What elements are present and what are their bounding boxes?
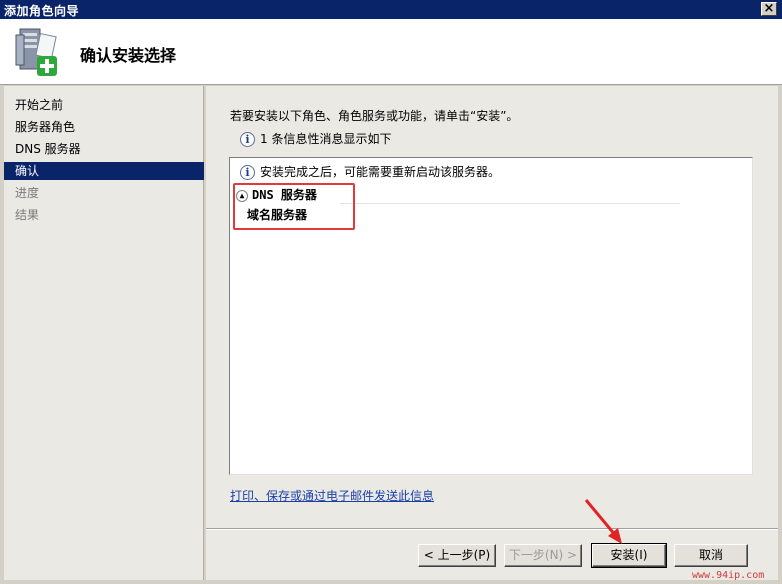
- info-icon: i: [240, 165, 255, 180]
- page-title: 确认安装选择: [80, 46, 177, 65]
- sidebar-item-dns-server[interactable]: DNS 服务器: [4, 140, 204, 158]
- section-divider: [340, 203, 680, 204]
- info-summary: i 1 条信息性消息显示如下: [240, 131, 391, 147]
- intro-text: 若要安装以下角色、角色服务或功能，请单击“安装”。: [230, 109, 519, 123]
- cancel-button[interactable]: 取消: [674, 544, 748, 567]
- info-summary-text: 1 条信息性消息显示如下: [260, 132, 392, 146]
- print-save-email-link[interactable]: 打印、保存或通过电子邮件发送此信息: [230, 487, 434, 504]
- previous-button[interactable]: < 上一步(P): [418, 544, 496, 567]
- wizard-header: 确认安装选择: [0, 19, 782, 85]
- close-icon: ×: [763, 1, 775, 16]
- restart-note-text: 安装完成之后，可能需要重新启动该服务器。: [260, 165, 501, 179]
- wizard-sidebar: 开始之前 服务器角色 DNS 服务器 确认 进度 结果: [4, 86, 204, 580]
- sidebar-item-progress: 进度: [15, 186, 40, 200]
- red-arrow-annotation: [584, 499, 622, 544]
- selection-list[interactable]: i 安装完成之后，可能需要重新启动该服务器。 ▲ DNS 服务器 域名服务器: [229, 157, 753, 475]
- watermark: www.94ip.com: [692, 570, 765, 581]
- window-titlebar[interactable]: 添加角色向导 ×: [0, 0, 782, 19]
- window-title: 添加角色向导: [4, 4, 80, 18]
- next-button: 下一步(N) >: [504, 544, 582, 567]
- info-icon: i: [240, 132, 255, 147]
- sidebar-item-before-you-begin[interactable]: 开始之前: [4, 96, 204, 114]
- server-add-icon: [15, 28, 57, 76]
- restart-note: i 安装完成之后，可能需要重新启动该服务器。: [240, 164, 500, 180]
- sidebar-item-server-roles[interactable]: 服务器角色: [4, 118, 204, 136]
- wizard-content: 若要安装以下角色、角色服务或功能，请单击“安装”。 i1 条信息性消息显示如下 …: [206, 86, 778, 528]
- close-button[interactable]: ×: [761, 2, 777, 16]
- highlight-annotation: [233, 183, 355, 230]
- sidebar-item-results: 结果: [15, 208, 40, 222]
- sidebar-item-confirmation[interactable]: 确认: [4, 162, 204, 180]
